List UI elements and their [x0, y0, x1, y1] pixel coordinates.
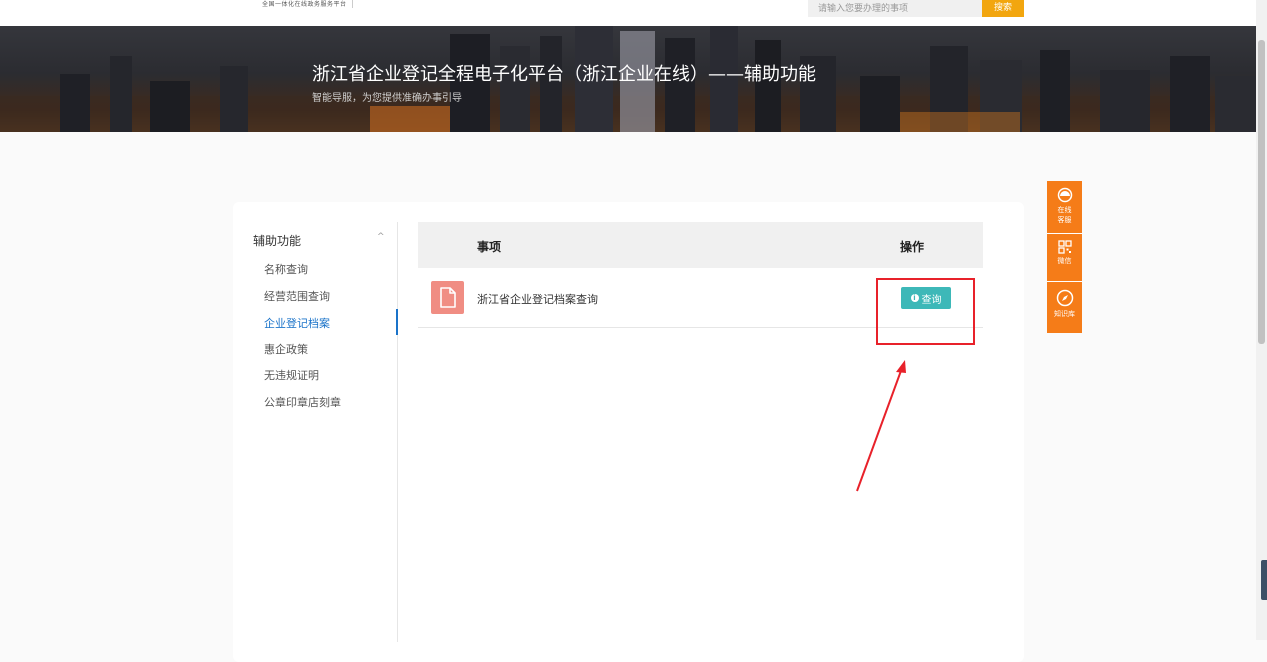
headset-icon — [1057, 187, 1072, 203]
online-service-label-2: 客服 — [1057, 216, 1072, 224]
compass-icon — [1056, 289, 1073, 307]
floating-toolbar: 在线 客服 微信 知识库 — [1047, 181, 1082, 333]
wechat-button[interactable]: 微信 — [1047, 240, 1082, 266]
knowledge-base-button[interactable]: 知识库 — [1047, 289, 1082, 319]
toolbar-divider — [1047, 233, 1082, 234]
scrollbar-thumb[interactable] — [1258, 40, 1265, 344]
wechat-label: 微信 — [1057, 257, 1072, 265]
qrcode-icon — [1057, 240, 1072, 254]
online-service-button[interactable]: 在线 客服 — [1047, 187, 1082, 225]
toolbar-divider — [1047, 281, 1082, 282]
knowledge-base-label: 知识库 — [1054, 310, 1075, 318]
side-widget-tab[interactable] — [1261, 560, 1267, 600]
online-service-label-1: 在线 — [1057, 206, 1072, 214]
